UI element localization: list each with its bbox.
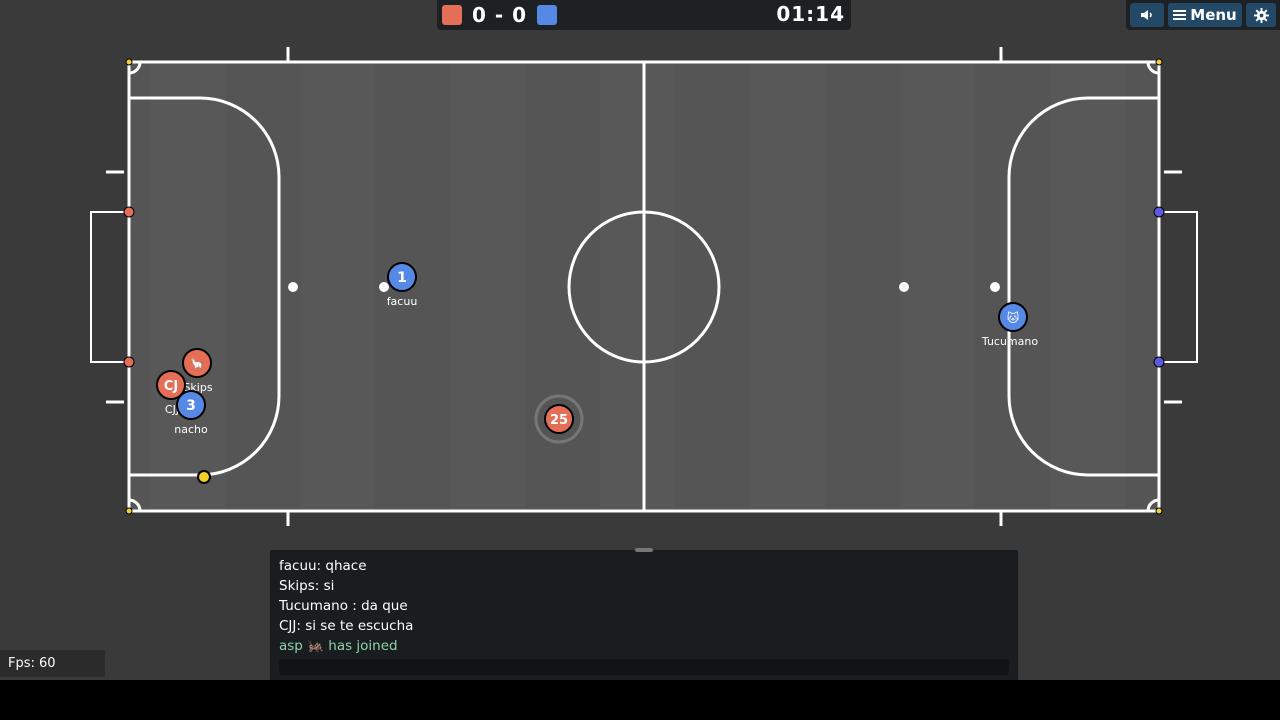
player-avatar: 🦙 (190, 357, 205, 371)
gear-icon (1253, 7, 1269, 23)
penalty-spot (288, 282, 298, 292)
corner-post (125, 58, 133, 66)
speaker-icon (1141, 10, 1152, 20)
player-name: nacho (174, 423, 208, 436)
game-view[interactable]: 25 1 facuu 🐱 Tucumano 🦙 Skips CJ CJJ 3 n… (0, 0, 1280, 680)
player-facuu: 1 facuu (387, 262, 418, 308)
player-name: Tucumano (981, 335, 1038, 348)
chat-log: facuu: qhace Skips: si Tucumano : da que… (279, 556, 1009, 656)
blue-team-indicator (537, 5, 558, 25)
hamburger-icon (1173, 10, 1187, 20)
player-nacho: 3 nacho (174, 390, 208, 436)
fps-counter: Fps: 60 (0, 650, 105, 677)
menu-button-label: Menu (1190, 6, 1237, 24)
menu-button[interactable]: Menu (1168, 3, 1242, 27)
left-goal (90, 211, 129, 363)
player-avatar: 3 (186, 398, 196, 414)
scoreboard: 0 - 0 01:14 (437, 0, 851, 30)
sound-button[interactable] (1130, 3, 1164, 27)
ball (197, 470, 211, 484)
score-separator: - (494, 3, 505, 27)
player-name: facuu (387, 295, 418, 308)
corner-post (1155, 507, 1163, 515)
ball-marker-label: 25 (550, 413, 568, 428)
player-skips: 🦙 Skips (182, 348, 213, 394)
red-score: 0 (472, 3, 487, 27)
penalty-spot (990, 282, 1000, 292)
chat-input[interactable] (279, 659, 1009, 675)
goal-post-red (123, 356, 135, 368)
player-avatar: 🐱 (1007, 311, 1020, 325)
player-avatar: CJ (164, 379, 178, 394)
goal-post-blue (1153, 206, 1165, 218)
player-avatar: 1 (397, 270, 407, 286)
chat-message: Tucumano : da que (279, 598, 408, 614)
settings-button[interactable] (1246, 3, 1276, 27)
corner-post (125, 507, 133, 515)
chat-resize-handle[interactable] (635, 548, 653, 552)
blue-score: 0 (512, 3, 528, 27)
letterbox-bar (0, 680, 1280, 720)
chat-message: facuu: qhace (279, 558, 367, 574)
corner-post (1155, 58, 1163, 66)
goal-post-blue (1153, 356, 1165, 368)
penalty-spot (379, 282, 389, 292)
chat-message: Skips: si (279, 578, 335, 594)
right-goal (1159, 211, 1198, 363)
red-team-indicator (442, 5, 462, 25)
goal-post-red (123, 206, 135, 218)
game-timer: 01:14 (776, 2, 845, 26)
chat-join-notice: asp 🦗 has joined (279, 638, 398, 654)
top-right-toolbar: Menu (1126, 0, 1280, 30)
chat-box: facuu: qhace Skips: si Tucumano : da que… (270, 548, 1018, 680)
score-display: 0 - 0 (472, 3, 527, 27)
chat-message: CJJ: si se te escucha (279, 618, 414, 634)
penalty-spot (899, 282, 909, 292)
